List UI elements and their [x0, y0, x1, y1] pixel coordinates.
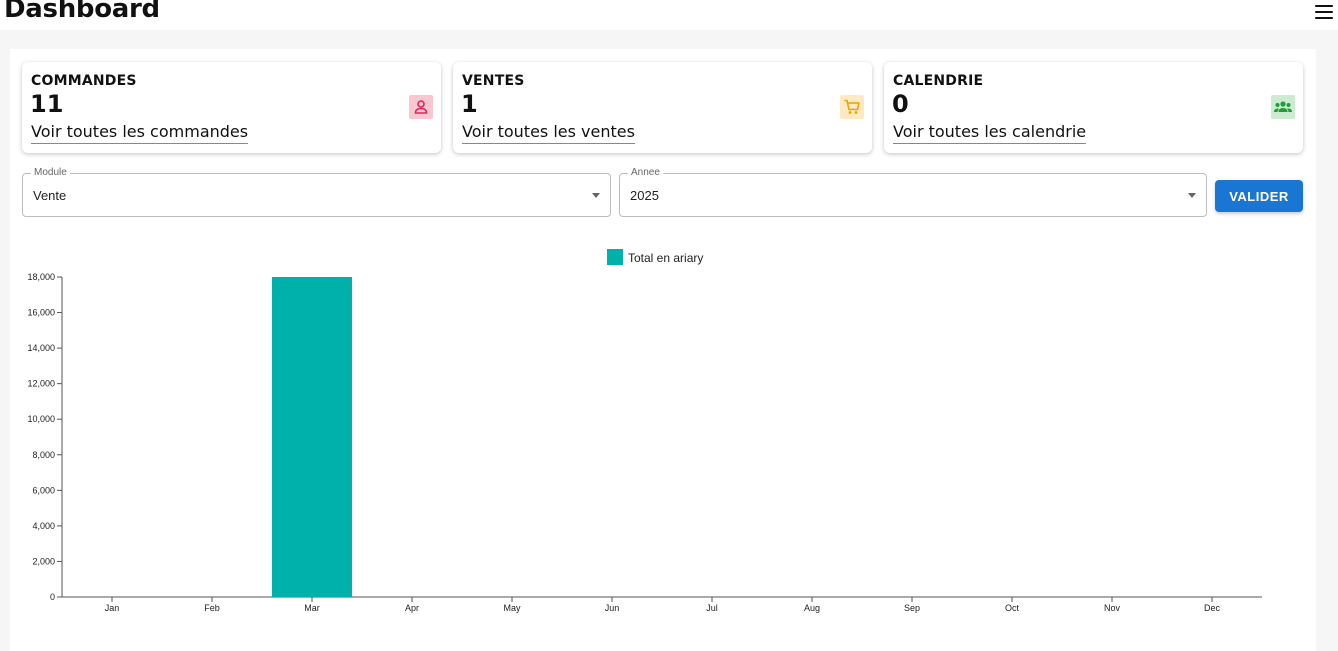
x-tick-label: Mar [304, 603, 320, 613]
y-tick-label: 10,000 [27, 414, 55, 424]
x-tick-label: Aug [804, 603, 820, 613]
y-tick-label: 12,000 [27, 379, 55, 389]
x-tick-label: Apr [405, 603, 419, 613]
y-tick-label: 4,000 [32, 521, 55, 531]
y-tick-label: 8,000 [32, 450, 55, 460]
x-tick-label: Jul [706, 603, 718, 613]
x-tick-label: Nov [1104, 603, 1121, 613]
x-tick-label: Jun [605, 603, 620, 613]
y-tick-label: 0 [50, 592, 55, 602]
x-tick-label: Jan [105, 603, 120, 613]
y-tick-label: 18,000 [27, 272, 55, 282]
y-tick-label: 2,000 [32, 556, 55, 566]
x-tick-label: Dec [1204, 603, 1221, 613]
y-tick-label: 16,000 [27, 308, 55, 318]
bar-chart: 0 2,000 4,000 6,000 8,000 10,000 12,000 14,000 1… [27, 249, 1262, 613]
x-tick-label: Feb [204, 603, 220, 613]
x-tick-label: Oct [1005, 603, 1020, 613]
x-tick-label: Sep [904, 603, 920, 613]
legend-label: Total en ariary [628, 251, 703, 265]
legend-swatch [607, 249, 623, 265]
y-tick-label: 6,000 [32, 485, 55, 495]
y-tick-label: 14,000 [27, 343, 55, 353]
bar-mar [272, 277, 352, 597]
x-tick-label: May [503, 603, 521, 613]
